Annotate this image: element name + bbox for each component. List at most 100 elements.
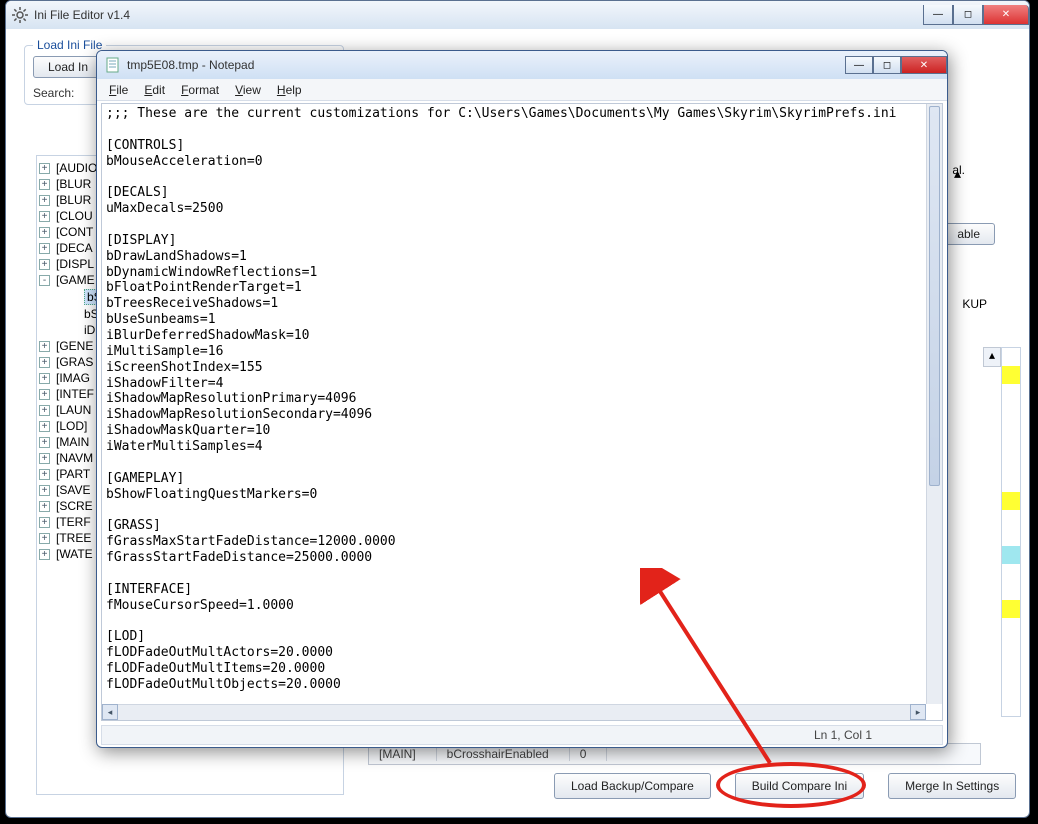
tree-item-label: [TREE: [56, 531, 91, 545]
change-mark: [1002, 492, 1020, 510]
row-value: 0: [570, 747, 608, 761]
row-key: bCrosshairEnabled: [437, 747, 570, 761]
change-mark: [1002, 420, 1020, 438]
change-indicator-strip: [1001, 347, 1021, 717]
tree-item-label: [DECA: [56, 241, 93, 255]
right-button-1[interactable]: able: [942, 223, 995, 245]
menu-view[interactable]: View: [229, 81, 267, 99]
load-backup-button[interactable]: Load Backup/Compare: [554, 773, 711, 799]
notepad-window: tmp5E08.tmp - Notepad — ◻ ✕ FileEditForm…: [96, 50, 948, 748]
scroll-up-icon[interactable]: ▴: [983, 347, 1001, 367]
tree-expander-icon[interactable]: +: [39, 405, 50, 416]
tree-expander-icon[interactable]: +: [39, 259, 50, 270]
tree-item-label: [LOD]: [56, 419, 87, 433]
change-mark: [1002, 600, 1020, 618]
close-button[interactable]: ✕: [983, 5, 1029, 25]
notepad-title: tmp5E08.tmp - Notepad: [127, 58, 845, 72]
notepad-content[interactable]: ;;; These are the current customizations…: [102, 104, 942, 695]
tree-item-label: [GENE: [56, 339, 93, 353]
tree-item-label: [PART: [56, 467, 90, 481]
change-mark: [1002, 582, 1020, 600]
np-close-button[interactable]: ✕: [901, 56, 947, 74]
main-titlebar[interactable]: Ini File Editor v1.4 — ◻ ✕: [6, 1, 1029, 29]
tree-expander-icon[interactable]: +: [39, 357, 50, 368]
tree-expander-icon[interactable]: +: [39, 453, 50, 464]
tree-expander-icon[interactable]: +: [39, 501, 50, 512]
tree-expander-icon[interactable]: +: [39, 243, 50, 254]
tree-item-label: [IMAG: [56, 371, 90, 385]
load-ini-button[interactable]: Load In: [33, 56, 103, 78]
np-minimize-button[interactable]: —: [845, 56, 873, 74]
tree-expander-icon[interactable]: +: [39, 421, 50, 432]
tree-item-label: [DISPL: [56, 257, 94, 271]
change-mark: [1002, 438, 1020, 456]
scrollbar-thumb[interactable]: [929, 106, 940, 486]
search-label: Search:: [33, 86, 74, 100]
row-section: [MAIN]: [369, 747, 437, 761]
menu-help[interactable]: Help: [271, 81, 308, 99]
notepad-titlebar[interactable]: tmp5E08.tmp - Notepad — ◻ ✕: [97, 51, 947, 79]
maximize-button[interactable]: ◻: [953, 5, 983, 25]
tree-expander-icon[interactable]: -: [39, 275, 50, 286]
tree-item-label: [SCRE: [56, 499, 93, 513]
np-maximize-button[interactable]: ◻: [873, 56, 901, 74]
tree-expander-icon[interactable]: +: [39, 469, 50, 480]
tree-expander-icon[interactable]: +: [39, 533, 50, 544]
tree-expander-icon[interactable]: +: [39, 227, 50, 238]
tree-expander-icon[interactable]: +: [39, 341, 50, 352]
tree-expander-icon[interactable]: +: [39, 195, 50, 206]
tree-expander-icon[interactable]: +: [39, 389, 50, 400]
tree-item-label: [SAVE: [56, 483, 90, 497]
load-groupbox-title: Load Ini File: [33, 38, 106, 52]
scroll-right-icon[interactable]: ▸: [910, 704, 926, 720]
tree-expander-icon[interactable]: +: [39, 517, 50, 528]
merge-settings-button[interactable]: Merge In Settings: [888, 773, 1016, 799]
change-mark: [1002, 384, 1020, 402]
cursor-position: Ln 1, Col 1: [814, 728, 872, 742]
tree-expander-icon[interactable]: +: [39, 437, 50, 448]
build-compare-button[interactable]: Build Compare Ini: [735, 773, 864, 799]
tree-expander-icon[interactable]: +: [39, 485, 50, 496]
gear-icon: [12, 7, 28, 23]
chevron-up-icon[interactable]: ▴: [954, 165, 961, 182]
right-label-2: KUP: [962, 297, 987, 311]
minimize-button[interactable]: —: [923, 5, 953, 25]
tree-item-label: [AUDIO: [56, 161, 97, 175]
tree-item-label: [TERF: [56, 515, 91, 529]
tree-item-label: [GRAS: [56, 355, 93, 369]
notepad-text-area[interactable]: ;;; These are the current customizations…: [101, 103, 943, 721]
notepad-statusbar: Ln 1, Col 1: [101, 725, 943, 745]
tree-item-label: [CLOU: [56, 209, 93, 223]
change-mark: [1002, 366, 1020, 384]
change-mark: [1002, 510, 1020, 528]
menu-file[interactable]: File: [103, 81, 134, 99]
tree-item-label: [WATE: [56, 547, 93, 561]
notepad-menubar: FileEditFormatViewHelp: [97, 79, 947, 101]
change-mark: [1002, 546, 1020, 564]
tree-expander-icon[interactable]: +: [39, 179, 50, 190]
change-mark: [1002, 564, 1020, 582]
notepad-icon: [105, 57, 121, 73]
tree-item-label: [BLUR: [56, 177, 91, 191]
tree-expander-icon[interactable]: +: [39, 549, 50, 560]
tree-expander-icon[interactable]: +: [39, 163, 50, 174]
change-mark: [1002, 348, 1020, 366]
tree-item-label: [GAME: [56, 273, 95, 287]
change-mark: [1002, 474, 1020, 492]
main-title: Ini File Editor v1.4: [34, 8, 923, 22]
tree-item-label: [BLUR: [56, 193, 91, 207]
change-mark: [1002, 618, 1020, 636]
tree-item-label: [CONT: [56, 225, 93, 239]
scroll-left-icon[interactable]: ◂: [102, 704, 118, 720]
menu-edit[interactable]: Edit: [138, 81, 171, 99]
horizontal-scrollbar[interactable]: ◂ ▸: [102, 704, 926, 720]
tree-expander-icon[interactable]: +: [39, 373, 50, 384]
menu-format[interactable]: Format: [175, 81, 225, 99]
tree-item-label: [LAUN: [56, 403, 91, 417]
vertical-scrollbar[interactable]: [926, 104, 942, 704]
tree-expander-icon[interactable]: +: [39, 211, 50, 222]
change-mark: [1002, 528, 1020, 546]
tree-item-label: [INTEF: [56, 387, 94, 401]
change-mark: [1002, 456, 1020, 474]
change-mark: [1002, 402, 1020, 420]
